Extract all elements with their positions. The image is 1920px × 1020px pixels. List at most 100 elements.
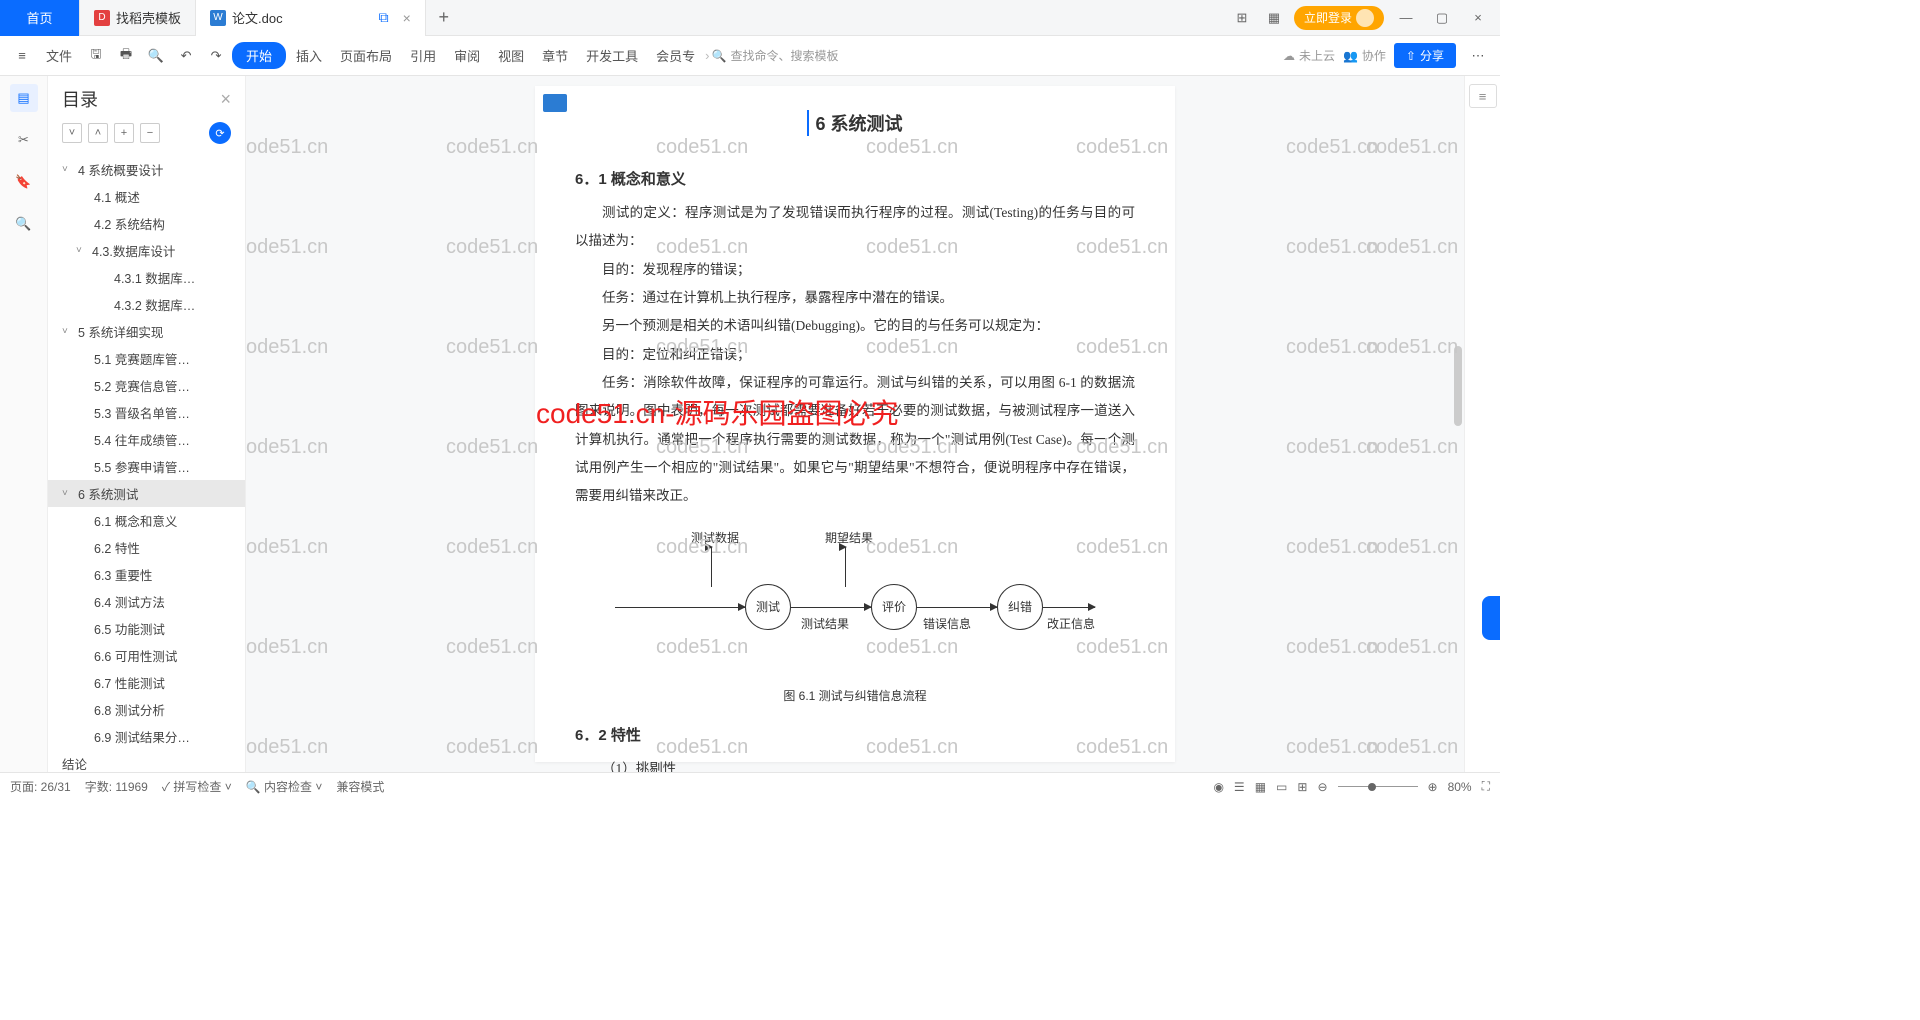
watermark: code51.cn <box>1286 336 1378 359</box>
fullscreen-button[interactable]: ⛶ <box>1482 779 1490 794</box>
document-area[interactable]: code51.cncode51.cncode51.cncode51.cncode… <box>246 76 1464 772</box>
zoom-in-button[interactable]: ⊕ <box>1428 780 1438 794</box>
outline-item[interactable]: 6.4 测试方法 <box>48 588 245 615</box>
spellcheck-button[interactable]: ✓ 拼写检查 ˅ <box>162 778 232 795</box>
view-mode-4[interactable]: ▭ <box>1276 780 1287 794</box>
outline-item[interactable]: 结论 <box>48 750 245 772</box>
menu-chapter[interactable]: 章节 <box>534 42 576 69</box>
clip-icon[interactable]: ✂ <box>10 126 38 154</box>
outline-item[interactable]: 6.2 特性 <box>48 534 245 561</box>
page: 6 系统测试 6．1 概念和意义 测试的定义：程序测试是为了发现错误而执行程序的… <box>535 86 1175 762</box>
share-button[interactable]: ⇧分享 <box>1394 43 1456 68</box>
collab-button[interactable]: 👥协作 <box>1343 47 1386 64</box>
search-icon: 🔍 <box>712 49 727 63</box>
view-mode-2[interactable]: ☰ <box>1234 780 1245 794</box>
outline-item[interactable]: 5.2 竞赛信息管… <box>48 372 245 399</box>
side-feedback-tab[interactable] <box>1482 596 1500 640</box>
close-button[interactable]: × <box>1464 10 1492 25</box>
watermark: code51.cn <box>1286 236 1378 259</box>
maximize-button[interactable]: ▢ <box>1428 10 1456 26</box>
minimize-button[interactable]: — <box>1392 10 1420 25</box>
watermark: code51.cn <box>1366 136 1458 159</box>
hamburger-icon[interactable]: ≡ <box>8 42 36 70</box>
menu-dev[interactable]: 开发工具 <box>578 42 646 69</box>
view-mode-3[interactable]: ▦ <box>1255 780 1266 794</box>
zoom-out-button[interactable]: ⊖ <box>1317 780 1327 794</box>
title-bar: 首页 D找稻壳模板 W论文.doc⧉× + ⊞ ▦ 立即登录 — ▢ × <box>0 0 1500 36</box>
bookmark-icon[interactable]: 🔖 <box>10 168 38 196</box>
tab-template[interactable]: D找稻壳模板 <box>80 0 196 36</box>
outline-item[interactable]: 6.8 测试分析 <box>48 696 245 723</box>
layout-icon[interactable]: ⊞ <box>1230 6 1254 30</box>
word-icon: W <box>210 10 226 26</box>
preview-icon[interactable]: 🔍 <box>142 42 170 70</box>
outline-item[interactable]: 5.5 参赛申请管… <box>48 453 245 480</box>
outline-item[interactable]: ˅5 系统详细实现 <box>48 318 245 345</box>
zoom-level[interactable]: 80% <box>1448 780 1472 794</box>
outline-item[interactable]: 4.3.2 数据库… <box>48 291 245 318</box>
right-panel-toggle[interactable]: ≡ <box>1469 84 1497 108</box>
watermark: code51.cn <box>446 136 538 159</box>
menu-review[interactable]: 审阅 <box>446 42 488 69</box>
outline-item[interactable]: ˅4.3.数据库设计 <box>48 237 245 264</box>
view-mode-1[interactable]: ◉ <box>1213 780 1223 794</box>
expand-all-button[interactable]: ˄ <box>88 123 108 143</box>
content-check-button[interactable]: 🔍 内容检查 ˅ <box>246 778 323 795</box>
more-icon[interactable]: ⋯ <box>1464 42 1492 70</box>
tab-add-button[interactable]: + <box>426 7 462 28</box>
outline-icon[interactable]: ▤ <box>10 84 38 112</box>
outline-item[interactable]: 5.3 晋级名单管… <box>48 399 245 426</box>
paragraph: 任务：消除软件故障，保证程序的可靠运行。测试与纠错的关系，可以用图 6-1 的数… <box>575 369 1135 511</box>
menu-layout[interactable]: 页面布局 <box>332 42 400 69</box>
print-icon[interactable]: 🖶 <box>112 42 140 70</box>
scrollbar-thumb[interactable] <box>1454 346 1462 426</box>
collapse-all-button[interactable]: ˅ <box>62 123 82 143</box>
remove-heading-button[interactable]: − <box>140 123 160 143</box>
outline-item[interactable]: 5.4 往年成绩管… <box>48 426 245 453</box>
undo-icon[interactable]: ↶ <box>172 42 200 70</box>
login-button[interactable]: 立即登录 <box>1294 6 1384 30</box>
watermark: code51.cn <box>446 436 538 459</box>
tab-home[interactable]: 首页 <box>0 0 80 36</box>
redo-icon[interactable]: ↷ <box>202 42 230 70</box>
watermark: code51.cn <box>1366 236 1458 259</box>
cloud-icon: ☁ <box>1283 49 1295 63</box>
menu-ref[interactable]: 引用 <box>402 42 444 69</box>
outline-item[interactable]: 4.3.1 数据库… <box>48 264 245 291</box>
save-icon[interactable]: 🖫 <box>82 42 110 70</box>
tab-document[interactable]: W论文.doc⧉× <box>196 0 426 36</box>
search-rail-icon[interactable]: 🔍 <box>10 210 38 238</box>
word-count[interactable]: 字数: 11969 <box>85 778 148 795</box>
outline-item[interactable]: 6.6 可用性测试 <box>48 642 245 669</box>
tab-close-icon[interactable]: × <box>403 10 411 26</box>
outline-item[interactable]: 4.1 概述 <box>48 183 245 210</box>
outline-item[interactable]: 4.2 系统结构 <box>48 210 245 237</box>
outline-item[interactable]: ˅4 系统概要设计 <box>48 156 245 183</box>
outline-item[interactable]: 6.9 测试结果分… <box>48 723 245 750</box>
menu-member[interactable]: 会员专 <box>648 42 703 69</box>
grid-icon[interactable]: ▦ <box>1262 6 1286 30</box>
outline-item[interactable]: ˅6 系统测试 <box>48 480 245 507</box>
watermark: code51.cn <box>446 736 538 759</box>
outline-item[interactable]: 6.3 重要性 <box>48 561 245 588</box>
outline-item[interactable]: 6.7 性能测试 <box>48 669 245 696</box>
menu-file[interactable]: 文件 <box>38 42 80 69</box>
outline-item[interactable]: 6.1 概念和意义 <box>48 507 245 534</box>
command-search[interactable]: 🔍查找命令、搜索模板 <box>712 47 839 64</box>
outline-item[interactable]: 5.1 竞赛题库管… <box>48 345 245 372</box>
doc-title: 6 系统测试 <box>807 110 902 136</box>
compat-mode[interactable]: 兼容模式 <box>336 778 384 795</box>
watermark: code51.cn <box>1366 536 1458 559</box>
page-indicator[interactable]: 页面: 26/31 <box>10 778 71 795</box>
outline-item[interactable]: 6.5 功能测试 <box>48 615 245 642</box>
view-mode-5[interactable]: ⊞ <box>1297 780 1307 794</box>
menu-start[interactable]: 开始 <box>232 42 286 69</box>
panel-close-icon[interactable]: × <box>220 89 231 110</box>
menu-insert[interactable]: 插入 <box>288 42 330 69</box>
cloud-status[interactable]: ☁未上云 <box>1283 47 1335 64</box>
ribbon: ≡ 文件 🖫 🖶 🔍 ↶ ↷ 开始 插入 页面布局 引用 审阅 视图 章节 开发… <box>0 36 1500 76</box>
sync-icon[interactable]: ⟳ <box>209 122 231 144</box>
tab-device-icon[interactable]: ⧉ <box>379 9 389 26</box>
add-heading-button[interactable]: + <box>114 123 134 143</box>
menu-view[interactable]: 视图 <box>490 42 532 69</box>
